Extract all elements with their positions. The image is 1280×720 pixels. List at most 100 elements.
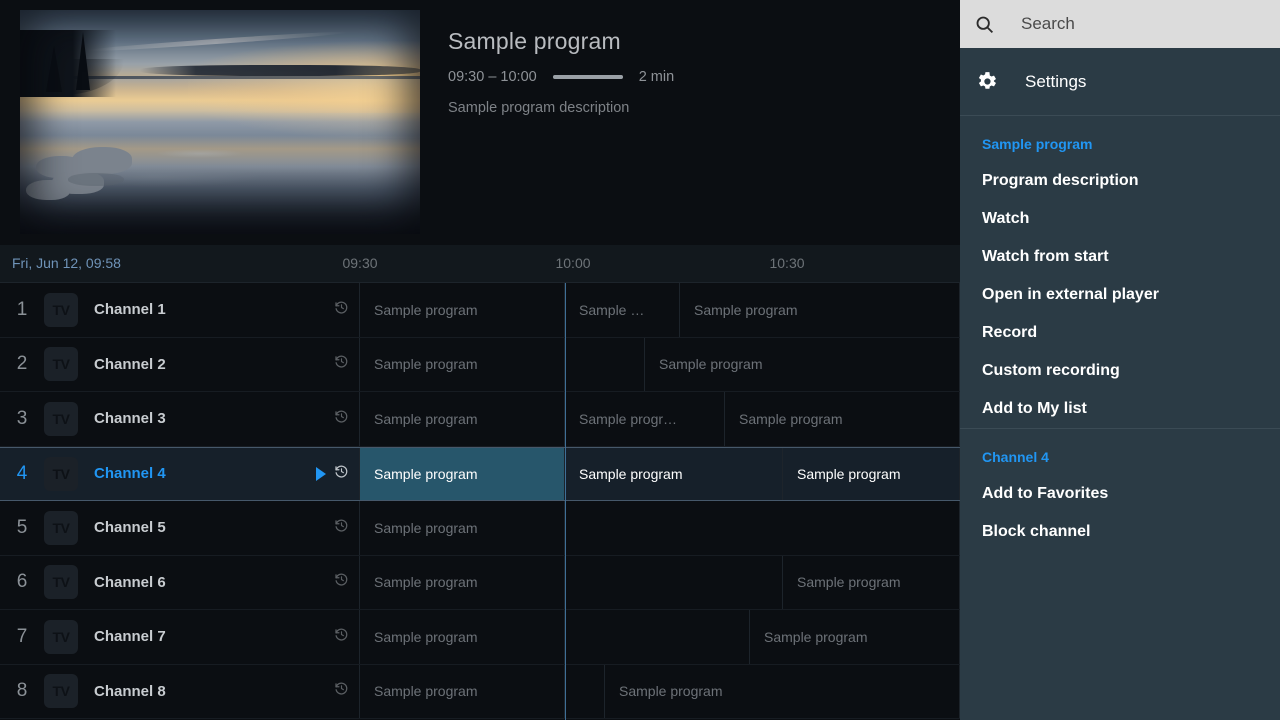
program-cell-title: Sample program	[374, 683, 478, 699]
history-icon[interactable]	[334, 627, 349, 647]
program-cell-title: Sample program	[797, 466, 901, 482]
program-cell[interactable]: Sample …	[565, 283, 680, 337]
sidebar-program-action[interactable]: Watch from start	[960, 238, 1280, 276]
program-cell[interactable]: Sample program	[360, 501, 565, 555]
channel-row[interactable]: 7TV Channel 7 Sample program Sample program	[0, 610, 960, 665]
sidebar-channel-action[interactable]: Add to Favorites	[960, 475, 1280, 513]
channel-row[interactable]: 5TVChannel 5Sample program	[0, 501, 960, 556]
program-cell-title: Sample program	[374, 411, 478, 427]
channel-row[interactable]: 1TVChannel 1Sample programSample …Sample…	[0, 283, 960, 338]
program-cells: Sample program Sample program	[360, 610, 960, 664]
channel-info-cell[interactable]: 6TV Channel 6	[0, 556, 360, 610]
history-icon[interactable]	[334, 572, 349, 592]
program-section-heading: Sample program	[960, 124, 1280, 162]
program-duration: 2 min	[639, 69, 674, 85]
program-time-row: 09:30 – 10:00 2 min	[448, 69, 938, 85]
program-cell[interactable]: Sample program	[360, 283, 565, 337]
program-cell[interactable]	[565, 501, 960, 555]
channel-name: Channel 7	[94, 628, 166, 645]
channel-info-cell[interactable]: 3TVChannel 3	[0, 392, 360, 446]
channel-info-cell[interactable]: 7TV Channel 7	[0, 610, 360, 664]
program-cell[interactable]	[565, 556, 783, 610]
channel-number: 4	[0, 463, 44, 485]
history-icon[interactable]	[334, 464, 349, 484]
search-bar[interactable]: Search	[960, 0, 1280, 48]
program-cell[interactable]: Sample program	[360, 448, 565, 501]
history-icon[interactable]	[334, 681, 349, 701]
program-cells: Sample programSample programSample progr…	[360, 448, 960, 501]
sidebar-channel-action[interactable]: Block channel	[960, 513, 1280, 551]
sidebar-program-action[interactable]: Program description	[960, 162, 1280, 200]
channel-row-icons	[334, 572, 349, 592]
channel-logo-icon: TV	[44, 457, 78, 491]
play-icon[interactable]	[316, 467, 326, 481]
program-cell-title: Sample program	[374, 356, 478, 372]
channel-info-cell[interactable]: 5TVChannel 5	[0, 501, 360, 555]
program-cell[interactable]: Sample program	[725, 392, 960, 446]
gear-icon	[974, 69, 999, 94]
program-cell-title: Sample program	[374, 574, 478, 590]
channel-info-cell[interactable]: 1TVChannel 1	[0, 283, 360, 337]
channel-info-cell[interactable]: 2TVChannel 2	[0, 338, 360, 392]
program-cell[interactable]: Sample program	[360, 610, 565, 664]
search-icon	[974, 14, 995, 35]
channel-name: Channel 6	[94, 574, 166, 591]
program-cell[interactable]: Sample program	[565, 448, 783, 501]
program-thumbnail	[20, 10, 420, 234]
channel-row[interactable]: 8TVChannel 8 Sample program Sample program	[0, 665, 960, 720]
program-cell[interactable]	[565, 610, 750, 664]
channel-number: 1	[0, 299, 44, 321]
program-cell[interactable]: Sample program	[360, 338, 565, 392]
channel-number: 8	[0, 680, 44, 702]
sidebar-program-action[interactable]: Watch	[960, 200, 1280, 238]
channel-row-icons	[334, 300, 349, 320]
channel-name: Channel 2	[94, 356, 166, 373]
history-icon[interactable]	[334, 300, 349, 320]
program-cell[interactable]	[565, 338, 645, 392]
channel-row-icons	[334, 518, 349, 538]
program-cell-title: Sample program	[694, 302, 798, 318]
program-cell[interactable]	[565, 665, 605, 719]
channel-row-icons	[334, 681, 349, 701]
channel-row[interactable]: 2TVChannel 2Sample programSample program	[0, 338, 960, 393]
program-cell[interactable]: Sample program	[680, 283, 960, 337]
program-cell[interactable]: Sample program	[750, 610, 960, 664]
channel-row[interactable]: 3TVChannel 3Sample programSample progr…S…	[0, 392, 960, 447]
history-icon[interactable]	[334, 354, 349, 374]
channel-row[interactable]: 4TVChannel 4Sample programSample program…	[0, 447, 960, 502]
channel-info-cell[interactable]: 8TVChannel 8	[0, 665, 360, 719]
sidebar-program-action[interactable]: Record	[960, 314, 1280, 352]
channel-grid[interactable]: 1TVChannel 1Sample programSample …Sample…	[0, 283, 960, 720]
program-cell[interactable]: Sample program	[783, 448, 960, 501]
sidebar-program-action[interactable]: Add to My list	[960, 390, 1280, 428]
channel-row[interactable]: 6TV Channel 6 Sample program Sample program	[0, 556, 960, 611]
channel-row-icons	[334, 409, 349, 429]
sidebar-program-action[interactable]: Open in external player	[960, 276, 1280, 314]
program-cell[interactable]: Sample progr…	[565, 392, 725, 446]
history-icon[interactable]	[334, 409, 349, 429]
channel-number: 7	[0, 626, 44, 648]
program-cell[interactable]: Sample program	[605, 665, 960, 719]
channel-logo-icon: TV	[44, 347, 78, 381]
program-cell[interactable]: Sample program	[360, 556, 565, 610]
channel-logo-icon: TV	[44, 620, 78, 654]
channel-row-icons	[334, 354, 349, 374]
timeline-bar[interactable]: Fri, Jun 12, 09:58 09:3010:0010:30	[0, 245, 960, 283]
program-cell[interactable]: Sample program	[360, 665, 565, 719]
channel-actions-group: Channel 4 Add to FavoritesBlock channel	[960, 428, 1280, 551]
program-cells: Sample program Sample program	[360, 556, 960, 610]
timeline-tick: 10:00	[555, 255, 590, 271]
program-cell[interactable]: Sample program	[783, 556, 960, 610]
program-cell[interactable]: Sample program	[645, 338, 960, 392]
sidebar-program-action[interactable]: Custom recording	[960, 352, 1280, 390]
timeline-tick: 10:30	[769, 255, 804, 271]
channel-info-cell[interactable]: 4TVChannel 4	[0, 448, 360, 501]
thumbnail-vignette	[20, 10, 420, 234]
channel-row-icons	[334, 627, 349, 647]
sidebar-item-settings[interactable]: Settings	[960, 48, 1280, 116]
program-cell-title: Sample program	[659, 356, 763, 372]
program-cell[interactable]: Sample program	[360, 392, 565, 446]
channel-number: 6	[0, 571, 44, 593]
history-icon[interactable]	[334, 518, 349, 538]
channel-logo-icon: TV	[44, 565, 78, 599]
